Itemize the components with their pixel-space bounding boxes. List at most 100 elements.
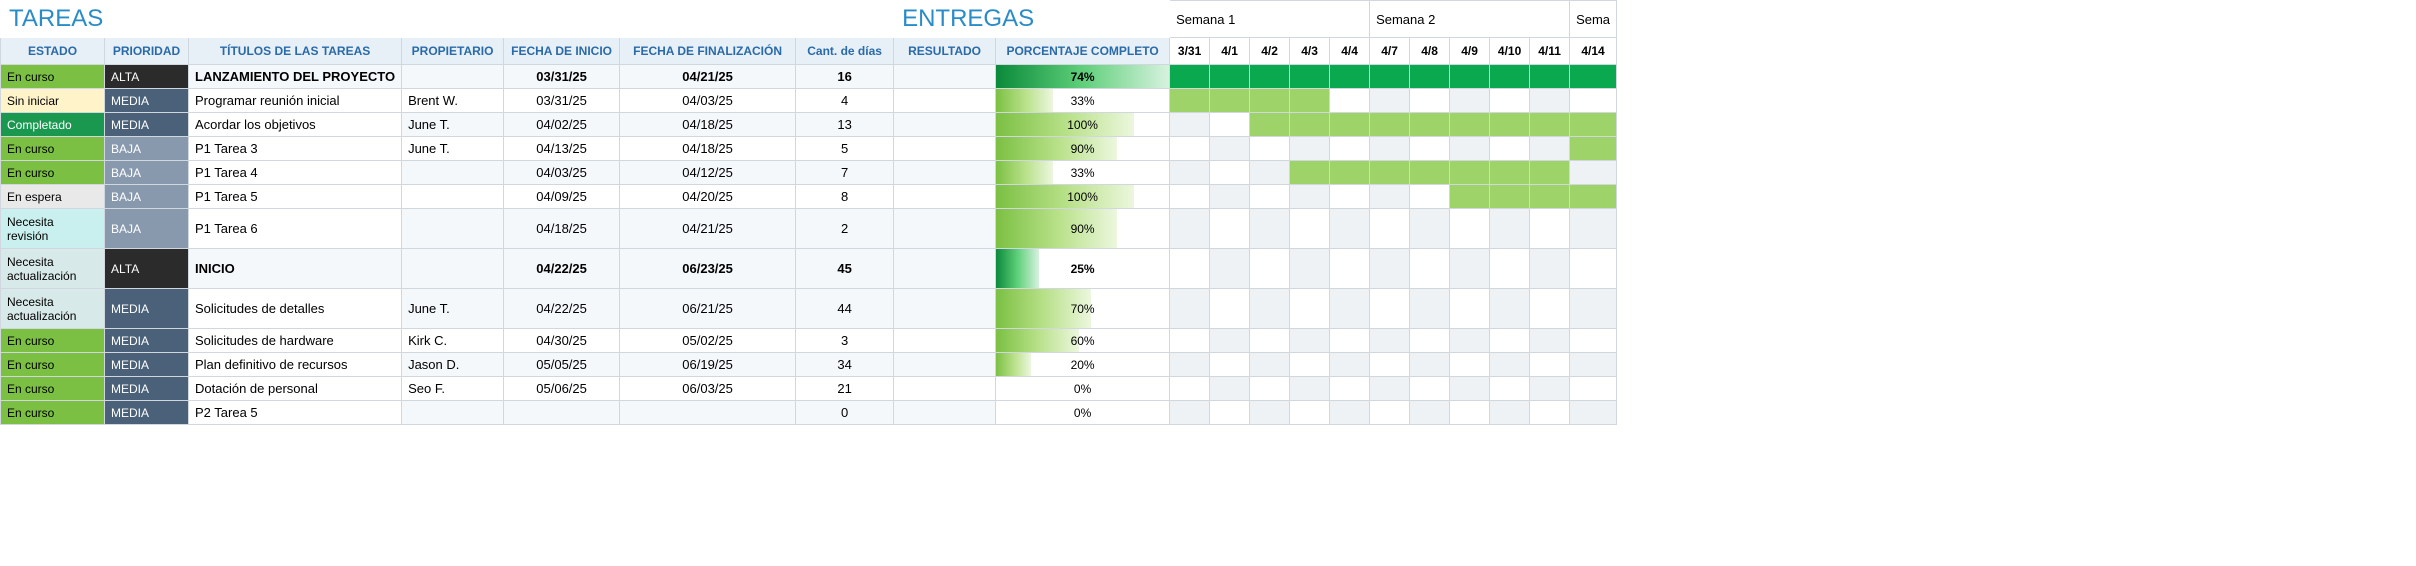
result-cell[interactable] <box>894 353 996 377</box>
gantt-cell[interactable] <box>1450 89 1490 113</box>
gantt-cell[interactable] <box>1570 161 1617 185</box>
gantt-cell[interactable] <box>1530 113 1570 137</box>
percent-cell[interactable]: 74% <box>996 65 1170 89</box>
gantt-cell[interactable] <box>1290 289 1330 329</box>
gantt-cell[interactable] <box>1570 249 1617 289</box>
priority-cell[interactable]: MEDIA <box>105 377 189 401</box>
gantt-cell[interactable] <box>1330 113 1370 137</box>
priority-cell[interactable]: ALTA <box>105 249 189 289</box>
status-cell[interactable]: En curso <box>1 377 105 401</box>
gantt-cell[interactable] <box>1290 137 1330 161</box>
table-row[interactable]: En cursoMEDIASolicitudes de hardwareKirk… <box>1 329 1617 353</box>
owner-cell[interactable] <box>402 209 504 249</box>
gantt-cell[interactable] <box>1330 401 1370 425</box>
percent-cell[interactable]: 33% <box>996 161 1170 185</box>
day-header[interactable]: 4/4 <box>1330 38 1370 65</box>
end-date[interactable]: 04/18/25 <box>620 113 796 137</box>
gantt-cell[interactable] <box>1210 377 1250 401</box>
gantt-cell[interactable] <box>1450 65 1490 89</box>
col-header-propietario[interactable]: PROPIETARIO <box>402 38 504 65</box>
gantt-cell[interactable] <box>1410 353 1450 377</box>
gantt-cell[interactable] <box>1370 377 1410 401</box>
gantt-cell[interactable] <box>1250 161 1290 185</box>
start-date[interactable]: 04/30/25 <box>504 329 620 353</box>
gantt-cell[interactable] <box>1290 113 1330 137</box>
priority-cell[interactable]: MEDIA <box>105 89 189 113</box>
gantt-cell[interactable] <box>1490 401 1530 425</box>
priority-cell[interactable]: ALTA <box>105 65 189 89</box>
gantt-cell[interactable] <box>1250 353 1290 377</box>
days-cell[interactable]: 34 <box>796 353 894 377</box>
end-date[interactable]: 04/03/25 <box>620 89 796 113</box>
start-date[interactable]: 05/05/25 <box>504 353 620 377</box>
end-date[interactable]: 06/19/25 <box>620 353 796 377</box>
days-cell[interactable]: 0 <box>796 401 894 425</box>
gantt-cell[interactable] <box>1450 137 1490 161</box>
task-title[interactable]: Programar reunión inicial <box>189 89 402 113</box>
gantt-cell[interactable] <box>1330 353 1370 377</box>
result-cell[interactable] <box>894 161 996 185</box>
days-cell[interactable]: 16 <box>796 65 894 89</box>
result-cell[interactable] <box>894 185 996 209</box>
gantt-cell[interactable] <box>1210 65 1250 89</box>
gantt-cell[interactable] <box>1490 137 1530 161</box>
gantt-cell[interactable] <box>1170 377 1210 401</box>
gantt-cell[interactable] <box>1570 353 1617 377</box>
gantt-cell[interactable] <box>1170 249 1210 289</box>
gantt-cell[interactable] <box>1250 329 1290 353</box>
result-cell[interactable] <box>894 209 996 249</box>
col-header-fin[interactable]: FECHA DE FINALIZACIÓN <box>620 38 796 65</box>
gantt-cell[interactable] <box>1490 209 1530 249</box>
gantt-cell[interactable] <box>1170 401 1210 425</box>
gantt-cell[interactable] <box>1530 137 1570 161</box>
gantt-cell[interactable] <box>1530 249 1570 289</box>
gantt-cell[interactable] <box>1410 249 1450 289</box>
owner-cell[interactable]: June T. <box>402 113 504 137</box>
gantt-cell[interactable] <box>1250 209 1290 249</box>
days-cell[interactable]: 21 <box>796 377 894 401</box>
gantt-cell[interactable] <box>1210 401 1250 425</box>
gantt-cell[interactable] <box>1450 289 1490 329</box>
gantt-cell[interactable] <box>1450 185 1490 209</box>
gantt-cell[interactable] <box>1410 113 1450 137</box>
gantt-cell[interactable] <box>1450 329 1490 353</box>
gantt-cell[interactable] <box>1370 249 1410 289</box>
table-row[interactable]: En cursoMEDIAP2 Tarea 500% <box>1 401 1617 425</box>
status-cell[interactable]: Completado <box>1 113 105 137</box>
gantt-cell[interactable] <box>1170 353 1210 377</box>
gantt-cell[interactable] <box>1410 65 1450 89</box>
gantt-cell[interactable] <box>1250 137 1290 161</box>
table-row[interactable]: Sin iniciarMEDIAProgramar reunión inicia… <box>1 89 1617 113</box>
task-title[interactable]: P1 Tarea 6 <box>189 209 402 249</box>
start-date[interactable]: 04/18/25 <box>504 209 620 249</box>
start-date[interactable]: 04/03/25 <box>504 161 620 185</box>
gantt-cell[interactable] <box>1330 161 1370 185</box>
gantt-cell[interactable] <box>1170 209 1210 249</box>
gantt-cell[interactable] <box>1330 377 1370 401</box>
gantt-cell[interactable] <box>1290 377 1330 401</box>
table-row[interactable]: Necesita actualizaciónALTAINICIO04/22/25… <box>1 249 1617 289</box>
result-cell[interactable] <box>894 137 996 161</box>
percent-cell[interactable]: 100% <box>996 113 1170 137</box>
task-title[interactable]: Solicitudes de hardware <box>189 329 402 353</box>
priority-cell[interactable]: MEDIA <box>105 329 189 353</box>
task-title[interactable]: Plan definitivo de recursos <box>189 353 402 377</box>
gantt-cell[interactable] <box>1170 137 1210 161</box>
gantt-cell[interactable] <box>1450 161 1490 185</box>
gantt-cell[interactable] <box>1570 113 1617 137</box>
table-row[interactable]: CompletadoMEDIAAcordar los objetivosJune… <box>1 113 1617 137</box>
start-date[interactable]: 04/22/25 <box>504 289 620 329</box>
gantt-cell[interactable] <box>1330 89 1370 113</box>
gantt-cell[interactable] <box>1410 329 1450 353</box>
status-cell[interactable]: En curso <box>1 161 105 185</box>
gantt-cell[interactable] <box>1490 289 1530 329</box>
task-title[interactable]: P2 Tarea 5 <box>189 401 402 425</box>
table-row[interactable]: En cursoMEDIADotación de personalSeo F.0… <box>1 377 1617 401</box>
col-header-resultado[interactable]: RESULTADO <box>894 38 996 65</box>
priority-cell[interactable]: BAJA <box>105 161 189 185</box>
percent-cell[interactable]: 90% <box>996 137 1170 161</box>
gantt-cell[interactable] <box>1570 137 1617 161</box>
result-cell[interactable] <box>894 289 996 329</box>
gantt-cell[interactable] <box>1410 209 1450 249</box>
gantt-cell[interactable] <box>1490 65 1530 89</box>
